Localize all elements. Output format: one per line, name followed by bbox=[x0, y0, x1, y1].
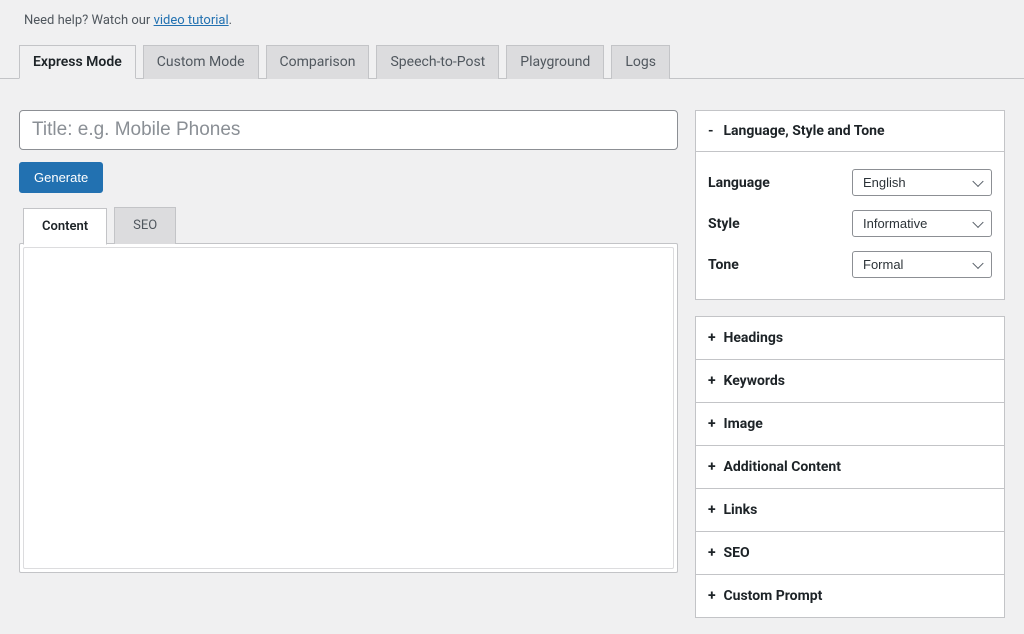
expand-icon: + bbox=[708, 416, 720, 432]
panel-title: Custom Prompt bbox=[723, 588, 822, 604]
style-select[interactable]: Informative bbox=[852, 210, 992, 237]
expand-icon: + bbox=[708, 502, 720, 518]
panel-title: Language, Style and Tone bbox=[723, 123, 884, 139]
panel-title: Additional Content bbox=[723, 459, 841, 475]
expand-icon: + bbox=[708, 588, 720, 604]
panel-title: SEO bbox=[723, 545, 749, 561]
tone-label: Tone bbox=[708, 257, 739, 273]
panel-title: Links bbox=[723, 502, 757, 518]
help-bar: Need help? Watch our video tutorial. bbox=[0, 0, 1024, 44]
field-tone: Tone Formal bbox=[708, 244, 992, 285]
expand-icon: + bbox=[708, 330, 720, 346]
help-text-suffix: . bbox=[229, 13, 232, 28]
language-select[interactable]: English bbox=[852, 169, 992, 196]
field-style: Style Informative bbox=[708, 203, 992, 244]
panel-head-seo[interactable]: + SEO bbox=[696, 532, 1004, 575]
help-text-prefix: Need help? Watch our bbox=[24, 13, 154, 28]
panel-head-image[interactable]: + Image bbox=[696, 403, 1004, 446]
main-tabs: Express Mode Custom Mode Comparison Spee… bbox=[0, 44, 1024, 79]
generate-button[interactable]: Generate bbox=[19, 162, 103, 193]
style-select-wrap: Informative bbox=[852, 210, 992, 237]
tone-select[interactable]: Formal bbox=[852, 251, 992, 278]
video-tutorial-link[interactable]: video tutorial bbox=[154, 13, 229, 28]
panel-title: Headings bbox=[723, 330, 783, 346]
tab-logs[interactable]: Logs bbox=[611, 45, 670, 79]
content-editor[interactable] bbox=[23, 247, 674, 569]
content-editor-wrap bbox=[19, 243, 678, 573]
language-select-wrap: English bbox=[852, 169, 992, 196]
panel-head-custom-prompt[interactable]: + Custom Prompt bbox=[696, 575, 1004, 617]
panel-head-headings[interactable]: + Headings bbox=[696, 317, 1004, 360]
collapse-icon: - bbox=[708, 123, 720, 139]
content-tab-seo[interactable]: SEO bbox=[114, 207, 176, 244]
panel-head-additional-content[interactable]: + Additional Content bbox=[696, 446, 1004, 489]
expand-icon: + bbox=[708, 459, 720, 475]
language-label: Language bbox=[708, 175, 770, 191]
content-tabs: Content SEO bbox=[19, 207, 678, 244]
panel-title: Image bbox=[723, 416, 762, 432]
field-language: Language English bbox=[708, 162, 992, 203]
main-area: Generate Content SEO - Language, Style a… bbox=[0, 79, 1024, 634]
panel-language-style-tone: - Language, Style and Tone Language Engl… bbox=[695, 110, 1005, 300]
tab-speech-to-post[interactable]: Speech-to-Post bbox=[376, 45, 499, 79]
tab-comparison[interactable]: Comparison bbox=[266, 45, 370, 79]
style-label: Style bbox=[708, 216, 740, 232]
title-input[interactable] bbox=[19, 110, 678, 150]
panel-body-language-style-tone: Language English Style Informative bbox=[696, 152, 1004, 299]
tab-custom-mode[interactable]: Custom Mode bbox=[143, 45, 259, 79]
tab-express-mode[interactable]: Express Mode bbox=[19, 45, 136, 79]
panel-title: Keywords bbox=[723, 373, 785, 389]
panel-head-keywords[interactable]: + Keywords bbox=[696, 360, 1004, 403]
tab-playground[interactable]: Playground bbox=[506, 45, 604, 79]
panel-head-language-style-tone[interactable]: - Language, Style and Tone bbox=[696, 111, 1004, 152]
expand-icon: + bbox=[708, 373, 720, 389]
right-column: - Language, Style and Tone Language Engl… bbox=[695, 110, 1005, 634]
panel-head-links[interactable]: + Links bbox=[696, 489, 1004, 532]
left-column: Generate Content SEO bbox=[19, 110, 678, 573]
expand-icon: + bbox=[708, 545, 720, 561]
tone-select-wrap: Formal bbox=[852, 251, 992, 278]
content-tab-content[interactable]: Content bbox=[23, 208, 107, 245]
collapsed-panels: + Headings + Keywords + Image + Addition… bbox=[695, 316, 1005, 618]
